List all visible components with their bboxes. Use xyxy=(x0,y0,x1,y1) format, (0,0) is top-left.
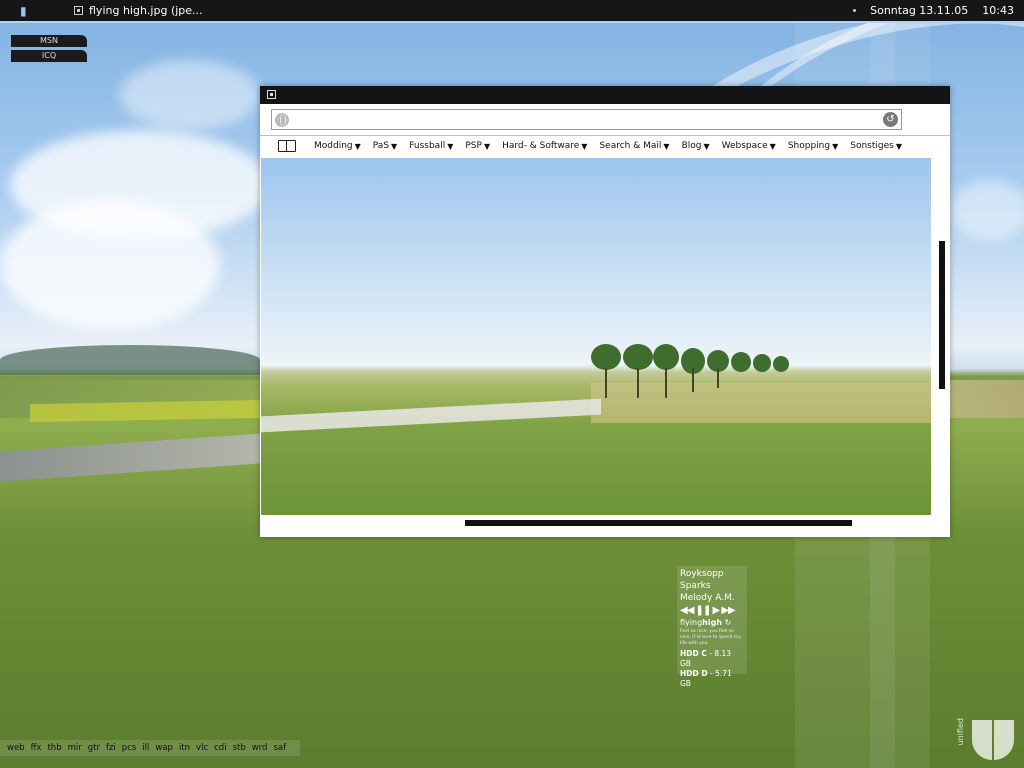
menu-blog[interactable]: Blog ▼ xyxy=(682,141,710,151)
horizontal-scrollbar[interactable] xyxy=(465,520,852,526)
taskbar: ▮ flying high.jpg (jpe... Sonntag 13.11.… xyxy=(0,0,1024,21)
hdd-d-status: HDD D - 5.71 GB xyxy=(680,669,732,688)
menu-shopping[interactable]: Shopping ▼ xyxy=(788,141,838,151)
brand-label: flyinghigh ↻ xyxy=(680,618,732,627)
triangle-down-icon: ▼ xyxy=(391,141,398,151)
launcher-item[interactable]: wrd xyxy=(252,743,268,753)
launcher-item[interactable]: vlc xyxy=(196,743,208,753)
menu-pas[interactable]: PaS ▼ xyxy=(373,141,397,151)
launcher-item[interactable]: saf xyxy=(273,743,286,753)
launcher-item[interactable]: ill xyxy=(142,743,149,753)
triangle-down-icon: ▼ xyxy=(895,141,902,151)
page-content-image xyxy=(261,158,931,515)
triangle-down-icon: ▼ xyxy=(354,141,361,151)
taskbar-date: Sonntag 13.11.05 xyxy=(870,4,969,17)
book-icon[interactable] xyxy=(278,140,296,152)
taskbar-task-title: flying high.jpg (jpe... xyxy=(89,4,203,17)
bookmark-menu: Modding ▼ PaS ▼ Fussball ▼ PSP ▼ Hard- & Sof… xyxy=(278,138,914,154)
app-launcher: web ffx thb mir gtr fzi pcs ill wap itn … xyxy=(0,740,300,756)
triangle-down-icon: ▼ xyxy=(581,141,588,151)
launcher-item[interactable]: pcs xyxy=(122,743,137,753)
triangle-down-icon: ▼ xyxy=(663,141,670,151)
address-input[interactable] xyxy=(294,112,879,127)
menu-search-mail[interactable]: Search & Mail ▼ xyxy=(599,141,669,151)
triangle-down-icon: ▼ xyxy=(447,141,454,151)
tray-dot-icon xyxy=(853,9,857,12)
lyric-text: Feel so nice, you feel so nice, if id lo… xyxy=(680,629,741,646)
refresh-icon[interactable]: ↺ xyxy=(883,112,898,127)
menu-modding[interactable]: Modding ▼ xyxy=(314,141,361,151)
triangle-down-icon: ▼ xyxy=(703,141,710,151)
playback-controls[interactable]: ◀◀ ❚❚ ▶ ▶▶ xyxy=(680,604,744,617)
launcher-item[interactable]: web xyxy=(7,743,25,753)
menu-hard-software[interactable]: Hard- & Software ▼ xyxy=(502,141,587,151)
logo-text: unified xyxy=(956,718,965,746)
music-track: Melody A.M. xyxy=(680,593,735,603)
leaf-logo-icon xyxy=(972,720,992,760)
toolbar-divider xyxy=(260,135,950,136)
menu-fussball[interactable]: Fussball ▼ xyxy=(409,141,453,151)
window-icon xyxy=(74,6,83,15)
window-menu-icon[interactable] xyxy=(267,90,276,99)
menu-sonstiges[interactable]: Sonstiges ▼ xyxy=(850,141,902,151)
launcher-item[interactable]: fzi xyxy=(106,743,116,753)
music-widget: Royksopp Sparks Melody A.M. ◀◀ ❚❚ ▶ ▶▶ f… xyxy=(677,566,747,688)
launcher-item[interactable]: gtr xyxy=(88,743,100,753)
taskbar-accent-line xyxy=(0,21,1024,23)
launcher-item[interactable]: mir xyxy=(68,743,82,753)
launcher-item[interactable]: cdi xyxy=(214,743,226,753)
msn-button[interactable]: MSN xyxy=(11,35,87,47)
unified-logo: unified xyxy=(952,712,1024,768)
address-bar: ↺ xyxy=(271,109,902,130)
triangle-down-icon: ▼ xyxy=(483,141,491,151)
menu-webspace[interactable]: Webspace ▼ xyxy=(722,141,776,151)
music-artist: Royksopp xyxy=(680,569,724,579)
launcher-item[interactable]: wap xyxy=(155,743,173,753)
launcher-item[interactable]: thb xyxy=(47,743,61,753)
triangle-down-icon: ▼ xyxy=(832,141,839,151)
launcher-item[interactable]: ffx xyxy=(31,743,42,753)
taskbar-clock[interactable]: 10:43 xyxy=(982,4,1014,17)
start-logo-icon[interactable]: ▮ xyxy=(20,5,34,17)
triangle-down-icon: ▼ xyxy=(769,141,776,151)
taskbar-task[interactable]: flying high.jpg (jpe... xyxy=(74,4,203,17)
music-album: Sparks xyxy=(680,581,711,591)
window-titlebar[interactable] xyxy=(260,86,950,104)
icq-button[interactable]: ICQ xyxy=(11,50,87,62)
browser-window: ↺ Modding ▼ PaS ▼ Fussball ▼ PSP ▼ Hard- & S… xyxy=(260,86,950,537)
menu-psp[interactable]: PSP ▼ xyxy=(465,141,490,151)
globe-icon xyxy=(275,113,289,127)
vertical-scrollbar[interactable] xyxy=(939,241,945,389)
launcher-item[interactable]: stb xyxy=(233,743,246,753)
launcher-item[interactable]: itn xyxy=(179,743,190,753)
refresh-icon: ↻ xyxy=(724,618,732,627)
hdd-c-status: HDD C - 8.13 GB xyxy=(680,649,732,668)
